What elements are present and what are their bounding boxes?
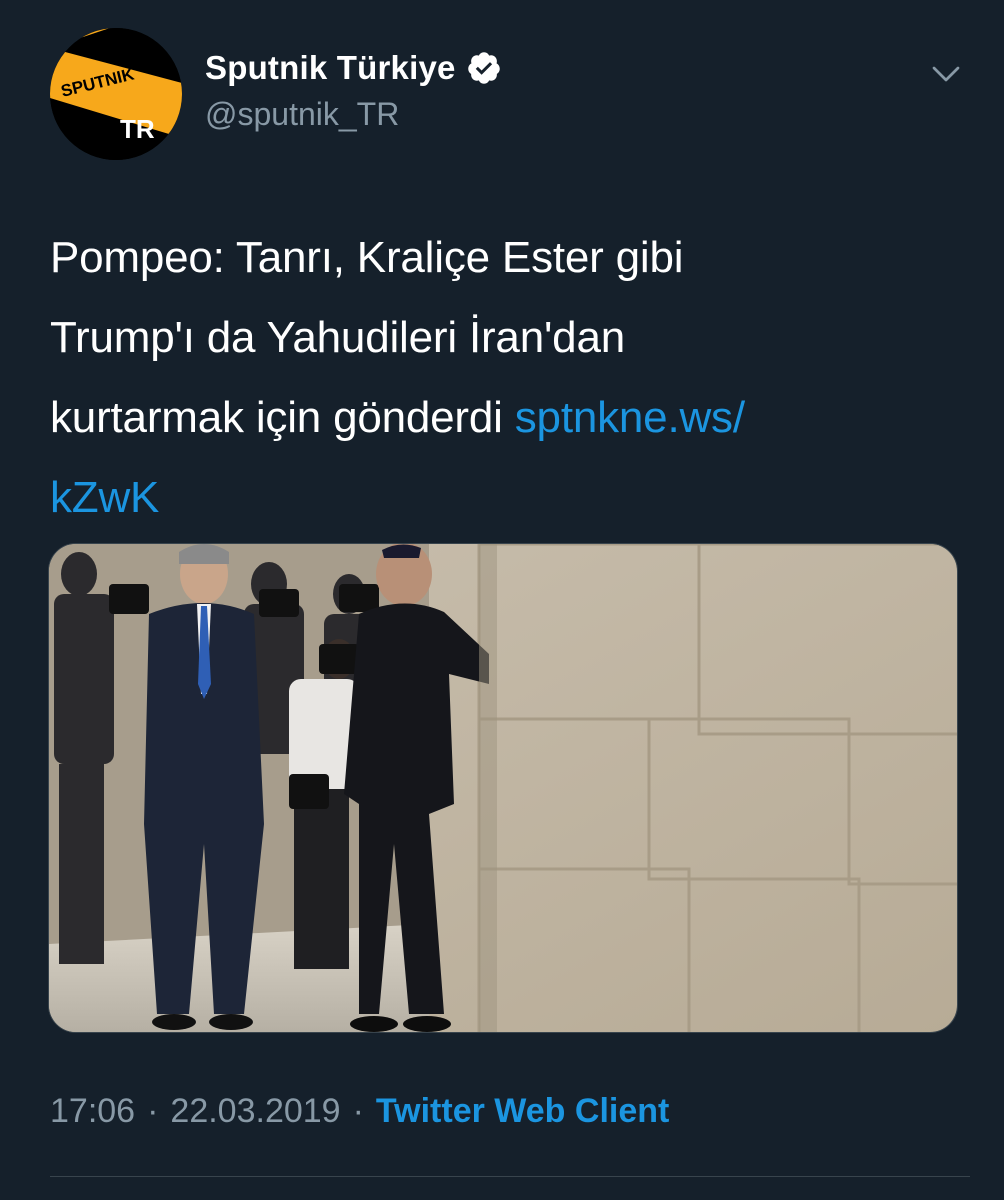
display-name[interactable]: Sputnik Türkiye: [205, 49, 456, 87]
meta-separator-2: ·: [352, 1092, 364, 1130]
tweet-link-part-2[interactable]: kZwK: [50, 473, 159, 522]
avatar-region-text: TR: [120, 114, 155, 144]
tweet-card: SPUTNIK TR Sputnik Türkiye @sputnik_TR P…: [0, 0, 1004, 1200]
sputnik-logo-icon: SPUTNIK TR: [50, 28, 182, 160]
tweet-text-line-3-content: kurtarmak için gönderdi: [50, 393, 515, 442]
tweet-date[interactable]: 22.03.2019: [170, 1092, 340, 1131]
divider: [50, 1176, 970, 1177]
photo-illustration: [49, 544, 957, 1032]
tweet-source-client[interactable]: Twitter Web Client: [376, 1092, 669, 1131]
tweet-text-line-4: kZwK: [50, 458, 950, 538]
meta-separator: ·: [147, 1092, 159, 1130]
chevron-down-icon[interactable]: [928, 56, 964, 92]
tweet-link-part-1[interactable]: sptnkne.ws/: [515, 393, 745, 442]
tweet-text-line-1: Pompeo: Tanrı, Kraliçe Ester gibi: [50, 233, 684, 282]
author-name-row[interactable]: Sputnik Türkiye: [205, 46, 502, 90]
author-handle[interactable]: @sputnik_TR: [205, 96, 399, 133]
avatar[interactable]: SPUTNIK TR: [50, 28, 182, 160]
verified-badge-icon: [467, 52, 500, 84]
tweet-meta: 17:06 · 22.03.2019 · Twitter Web Client: [50, 1092, 669, 1131]
tweet-text: Pompeo: Tanrı, Kraliçe Ester gibi Trump'…: [50, 218, 950, 538]
tweet-text-line-2: Trump'ı da Yahudileri İran'dan: [50, 313, 625, 362]
tweet-text-line-3: kurtarmak için gönderdi sptnkne.ws/: [50, 378, 950, 458]
tweet-time[interactable]: 17:06: [50, 1092, 135, 1131]
tweet-photo[interactable]: [48, 543, 958, 1033]
